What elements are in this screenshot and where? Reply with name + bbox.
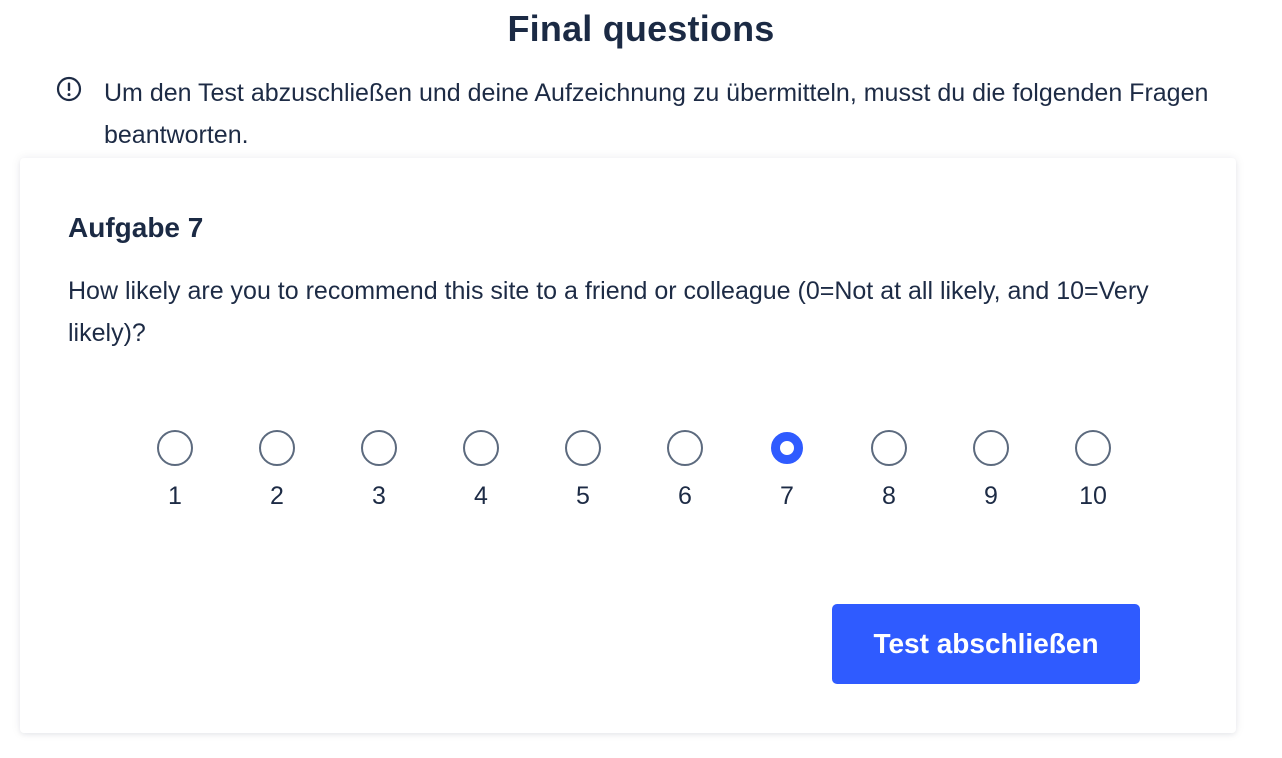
rating-option-label: 6	[678, 482, 692, 510]
radio-button[interactable]	[157, 430, 193, 466]
question-text: How likely are you to recommend this sit…	[68, 277, 1149, 347]
radio-button[interactable]	[771, 432, 803, 464]
rating-option-label: 4	[474, 482, 488, 510]
rating-option-label: 9	[984, 482, 998, 510]
rating-option-6[interactable]: 6	[634, 430, 736, 511]
question-card: Aufgabe 7 How likely are you to recommen…	[20, 158, 1236, 733]
task-title: Aufgabe 7	[68, 212, 204, 243]
rating-option-label: 1	[168, 482, 182, 510]
notice-text: Um den Test abzuschließen und deine Aufz…	[104, 79, 1209, 149]
rating-option-3[interactable]: 3	[328, 430, 430, 511]
radio-button[interactable]	[871, 430, 907, 466]
rating-option-10[interactable]: 10	[1042, 430, 1144, 511]
rating-option-5[interactable]: 5	[532, 430, 634, 511]
rating-option-label: 5	[576, 482, 590, 510]
radio-button[interactable]	[565, 430, 601, 466]
exclamation-circle-icon	[56, 76, 82, 102]
rating-option-label: 8	[882, 482, 896, 510]
rating-scale: 1 2 3 4 5 6 7 8 9 10	[124, 430, 1144, 511]
rating-option-8[interactable]: 8	[838, 430, 940, 511]
radio-button[interactable]	[259, 430, 295, 466]
radio-button[interactable]	[973, 430, 1009, 466]
page-title: Final questions	[507, 8, 775, 49]
info-notice: Um den Test abzuschließen und deine Aufz…	[56, 72, 1256, 156]
radio-button[interactable]	[667, 430, 703, 466]
rating-option-label: 7	[780, 482, 794, 510]
rating-option-7[interactable]: 7	[736, 430, 838, 511]
radio-button[interactable]	[1075, 430, 1111, 466]
radio-button[interactable]	[361, 430, 397, 466]
rating-option-9[interactable]: 9	[940, 430, 1042, 511]
rating-option-1[interactable]: 1	[124, 430, 226, 511]
rating-option-label: 10	[1079, 482, 1107, 510]
rating-option-4[interactable]: 4	[430, 430, 532, 511]
rating-option-2[interactable]: 2	[226, 430, 328, 511]
radio-button[interactable]	[463, 430, 499, 466]
rating-option-label: 2	[270, 482, 284, 510]
rating-option-label: 3	[372, 482, 386, 510]
finish-test-button[interactable]: Test abschließen	[832, 604, 1140, 684]
